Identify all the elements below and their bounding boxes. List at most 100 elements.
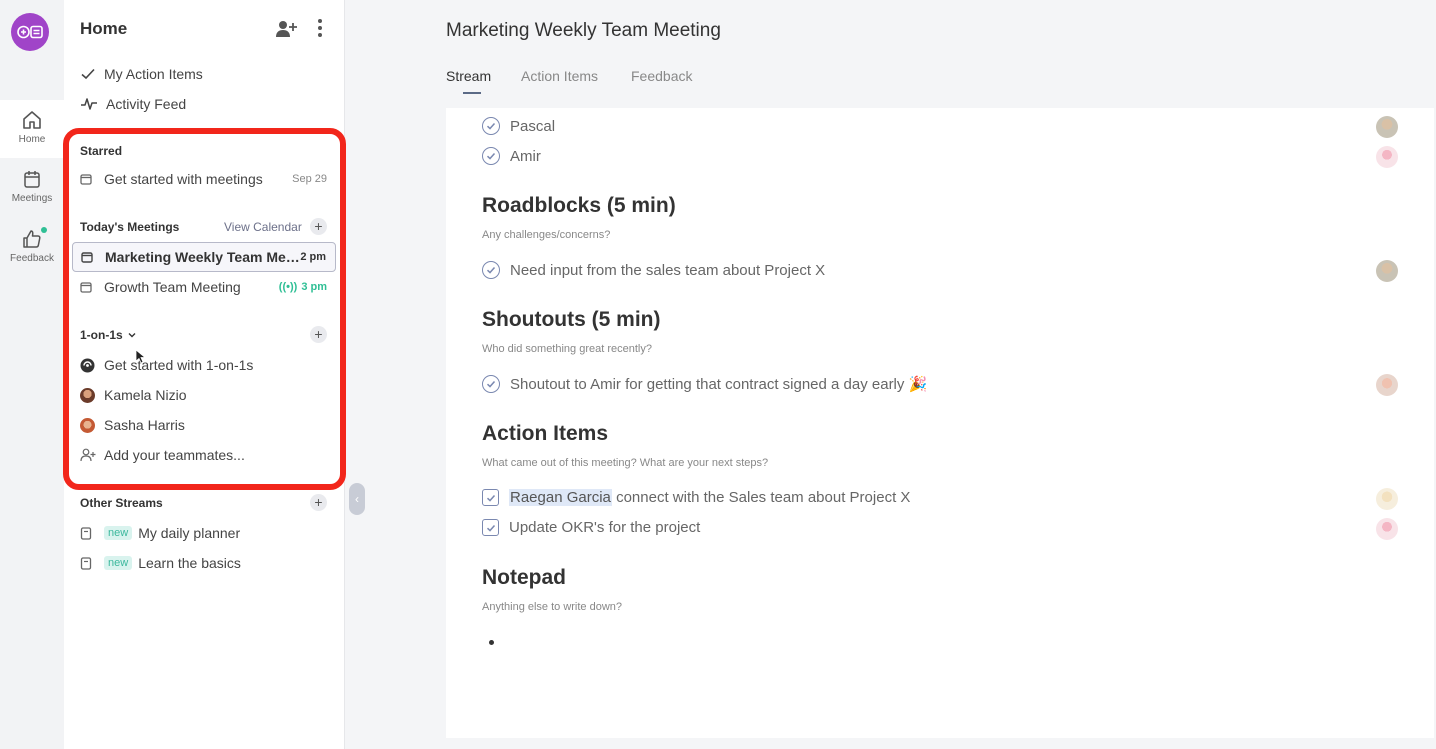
check-circle-icon[interactable] bbox=[482, 147, 500, 165]
notepad-bullet[interactable] bbox=[489, 640, 494, 645]
check-icon bbox=[81, 68, 95, 80]
avatar bbox=[1376, 488, 1398, 510]
check-circle-icon[interactable] bbox=[482, 117, 500, 135]
tab-feedback[interactable]: Feedback bbox=[631, 68, 692, 84]
tab-action-items[interactable]: Action Items bbox=[521, 68, 598, 84]
active-tab-indicator bbox=[463, 92, 481, 94]
section-title: Action Items bbox=[482, 422, 609, 445]
mouse-cursor-icon bbox=[135, 349, 146, 364]
starred-item[interactable]: Get started with meetings Sep 29 bbox=[72, 165, 336, 193]
meeting-stream: Pascal Amir Roadblocks (5 min) Any chall… bbox=[446, 108, 1434, 738]
page-title: Marketing Weekly Team Meeting bbox=[446, 20, 721, 41]
rail-feedback[interactable]: Feedback bbox=[0, 228, 64, 272]
stream-item[interactable]: new Learn the basics bbox=[72, 549, 336, 577]
workspace-logo[interactable] bbox=[11, 13, 49, 51]
nav-activity-feed[interactable]: Activity Feed bbox=[80, 96, 186, 112]
new-badge: new bbox=[104, 526, 133, 540]
view-calendar-link[interactable]: View Calendar bbox=[224, 220, 302, 234]
rail-meetings-label: Meetings bbox=[11, 193, 53, 204]
meeting-time: 2 pm bbox=[300, 251, 326, 263]
meeting-label: Growth Team Meeting bbox=[104, 279, 241, 295]
add-meeting-button[interactable]: + bbox=[310, 218, 327, 235]
live-indicator-icon: ((•)) bbox=[278, 281, 298, 293]
add-user-icon[interactable] bbox=[275, 19, 297, 39]
nav-label: My Action Items bbox=[104, 66, 203, 82]
avatar bbox=[80, 387, 95, 403]
meeting-item-marketing[interactable]: Marketing Weekly Team Meeting 2 pm bbox=[72, 242, 336, 272]
notebook-icon bbox=[80, 526, 92, 540]
section-subtitle: Anything else to write down? bbox=[482, 601, 623, 613]
section-subtitle: What came out of this meeting? What are … bbox=[482, 457, 769, 469]
getting-started-icon bbox=[80, 358, 95, 372]
meeting-item-growth[interactable]: Growth Team Meeting ((•)) 3 pm bbox=[72, 273, 336, 301]
checkbox-checked-icon[interactable] bbox=[482, 519, 499, 536]
one-on-one-item[interactable]: Kamela Nizio bbox=[72, 381, 336, 409]
more-vertical-icon[interactable] bbox=[314, 16, 326, 40]
check-circle-icon[interactable] bbox=[482, 261, 500, 279]
item-text: Update OKR's for the project bbox=[509, 519, 701, 536]
rail-meetings[interactable]: Meetings bbox=[0, 168, 64, 212]
item-text: connect with the Sales team about Projec… bbox=[611, 489, 911, 506]
action-item[interactable]: Raegan Garcia connect with the Sales tea… bbox=[482, 489, 910, 506]
calendar-icon bbox=[24, 171, 40, 188]
thumbs-up-icon bbox=[23, 230, 41, 248]
add-teammates-label: Add your teammates... bbox=[104, 447, 245, 463]
meeting-label: Marketing Weekly Team Meeting bbox=[105, 249, 301, 265]
nav-my-action-items[interactable]: My Action Items bbox=[80, 66, 203, 82]
action-item[interactable]: Update OKR's for the project bbox=[482, 519, 700, 536]
collapse-sidebar-handle[interactable]: ‹ bbox=[349, 483, 365, 515]
section-title: Roadblocks (5 min) bbox=[482, 194, 676, 217]
shoutout-item[interactable]: Shoutout to Amir for getting that contra… bbox=[482, 375, 927, 393]
add-teammates-item[interactable]: Add your teammates... bbox=[72, 441, 336, 469]
one-on-one-label: Sasha Harris bbox=[104, 417, 185, 433]
notification-dot bbox=[41, 227, 47, 233]
starred-item-date: Sep 29 bbox=[292, 173, 327, 185]
attendee-name: Amir bbox=[510, 147, 541, 165]
avatar bbox=[1376, 260, 1398, 282]
add-user-icon bbox=[80, 448, 96, 462]
nav-label: Activity Feed bbox=[106, 96, 187, 112]
section-title: Notepad bbox=[482, 566, 566, 589]
roadblock-item[interactable]: Need input from the sales team about Pro… bbox=[482, 261, 825, 279]
stream-item[interactable]: new My daily planner bbox=[72, 519, 336, 547]
attendee-item[interactable]: Amir bbox=[482, 147, 541, 165]
notebook-icon bbox=[80, 556, 92, 570]
one-on-ones-heading[interactable]: 1-on-1s bbox=[80, 328, 137, 342]
one-on-one-item[interactable]: Sasha Harris bbox=[72, 411, 336, 439]
attendee-item[interactable]: Pascal bbox=[482, 117, 555, 135]
calendar-icon bbox=[81, 252, 93, 263]
attendee-name: Pascal bbox=[510, 117, 556, 135]
calendar-icon bbox=[80, 174, 92, 185]
tab-stream[interactable]: Stream bbox=[446, 68, 491, 84]
one-on-ones-label: 1-on-1s bbox=[80, 328, 123, 342]
rail-home-label: Home bbox=[18, 134, 46, 145]
one-on-one-item[interactable]: Get started with 1-on-1s bbox=[72, 351, 336, 379]
add-one-on-one-button[interactable]: + bbox=[310, 326, 327, 343]
section-subtitle: Any challenges/concerns? bbox=[482, 229, 611, 241]
item-text: Need input from the sales team about Pro… bbox=[510, 261, 826, 279]
check-circle-icon[interactable] bbox=[482, 375, 500, 393]
calendar-icon bbox=[80, 282, 92, 293]
stream-label: Learn the basics bbox=[138, 555, 241, 571]
meeting-time: 3 pm bbox=[301, 281, 327, 293]
avatar bbox=[1376, 116, 1398, 138]
new-badge: new bbox=[104, 556, 133, 570]
avatar bbox=[1376, 146, 1398, 168]
avatar bbox=[1376, 518, 1398, 540]
home-icon bbox=[23, 111, 41, 129]
starred-heading: Starred bbox=[80, 144, 123, 158]
logo-icon bbox=[17, 25, 43, 39]
activity-icon bbox=[81, 98, 97, 110]
add-stream-button[interactable]: + bbox=[310, 494, 327, 511]
rail-home[interactable]: Home bbox=[0, 100, 64, 158]
other-streams-heading: Other Streams bbox=[80, 496, 163, 510]
avatar bbox=[80, 417, 95, 433]
stream-label: My daily planner bbox=[138, 525, 241, 541]
item-text: Shoutout to Amir for getting that contra… bbox=[510, 376, 928, 393]
sidebar: Home My Action Items Activity Feed Starr… bbox=[64, 0, 345, 749]
checkbox-checked-icon[interactable] bbox=[482, 489, 499, 506]
mention-chip[interactable]: Raegan Garcia bbox=[509, 489, 612, 506]
app-rail: Home Meetings Feedback bbox=[0, 0, 64, 749]
chevron-down-icon bbox=[128, 333, 136, 338]
one-on-one-label: Kamela Nizio bbox=[104, 387, 187, 403]
